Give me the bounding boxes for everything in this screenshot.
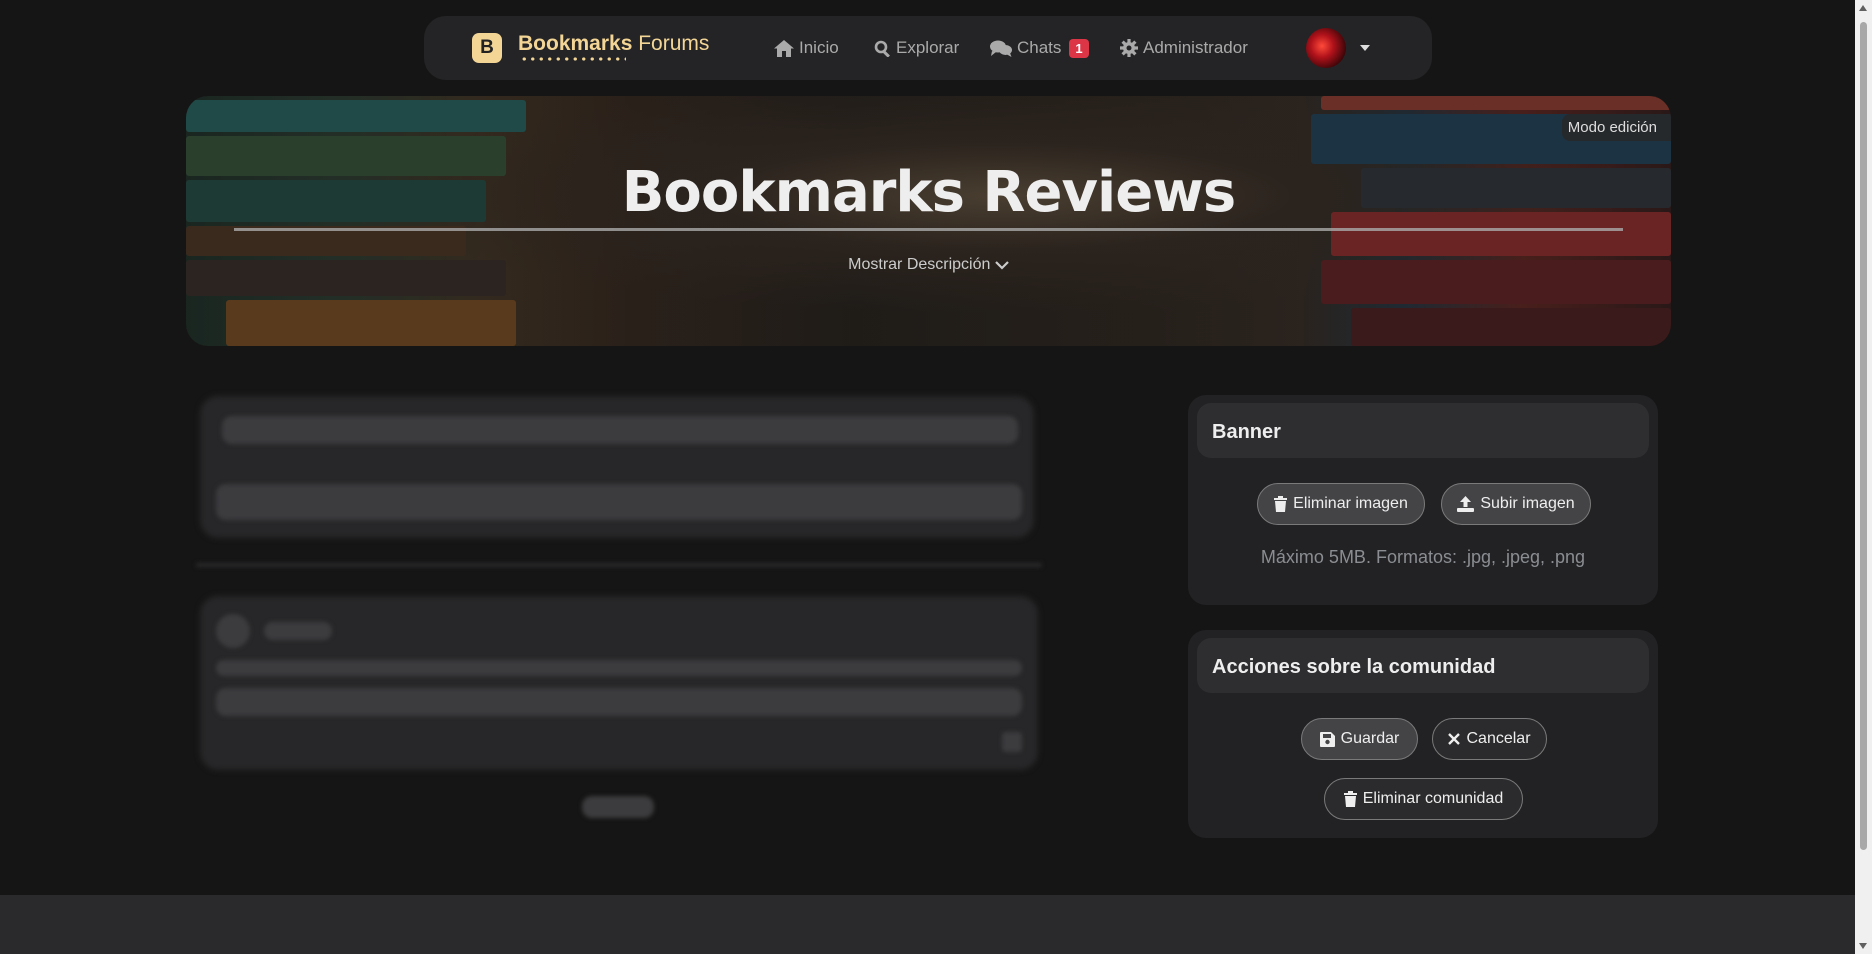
close-icon: [1448, 733, 1461, 745]
chevron-down-icon[interactable]: [1360, 45, 1370, 51]
community-title: Bookmarks Reviews: [621, 160, 1237, 225]
brand-name-bold: Bookmarks: [518, 32, 633, 55]
scroll-thumb[interactable]: [1860, 22, 1867, 850]
scroll-down-arrow-icon[interactable]: [1859, 943, 1867, 949]
delete-community-label: Eliminar comunidad: [1362, 790, 1504, 807]
nav-item-administrador[interactable]: Administrador: [1120, 38, 1248, 58]
home-icon: [774, 39, 794, 57]
show-description-toggle[interactable]: Mostrar Descripción: [186, 256, 1671, 274]
nav-item-label: Chats: [1017, 38, 1062, 57]
skeleton-pagination: [582, 796, 654, 818]
nav-item-label: Administrador: [1143, 38, 1248, 57]
trash-icon: [1343, 791, 1357, 807]
upload-hint: Máximo 5MB. Formatos: .jpg, .jpeg, .png: [1260, 547, 1586, 567]
skeleton-line: [216, 660, 1022, 676]
card-title: Banner: [1212, 421, 1281, 443]
gear-icon: [1120, 39, 1138, 57]
skeleton-line: [222, 416, 1018, 444]
logo-icon[interactable]: B: [472, 33, 502, 63]
banner-settings-card: Banner Eliminar imagen Subir imagen Máxi…: [1188, 395, 1658, 605]
delete-community-button[interactable]: Eliminar comunidad: [1324, 778, 1523, 820]
skeleton-line: [216, 484, 1022, 520]
skeleton-divider: [196, 563, 1042, 567]
save-button[interactable]: Guardar: [1301, 718, 1418, 760]
brand-underline-dots: [520, 57, 626, 61]
community-actions-card: Acciones sobre la comunidad Guardar Canc…: [1188, 630, 1658, 838]
card-header: Acciones sobre la comunidad: [1197, 638, 1649, 693]
upload-image-label: Subir imagen: [1480, 495, 1575, 512]
upload-icon: [1457, 496, 1475, 512]
show-description-label: Mostrar Descripción: [848, 256, 991, 273]
edit-mode-badge: Modo edición: [1561, 114, 1671, 141]
save-label: Guardar: [1340, 730, 1400, 747]
unread-badge: 1: [1069, 38, 1089, 58]
skeleton-avatar: [216, 614, 250, 648]
footer: [0, 895, 1855, 954]
skeleton-icon: [1002, 732, 1022, 752]
nav-item-label: Explorar: [896, 38, 960, 57]
cancel-label: Cancelar: [1466, 730, 1531, 747]
skeleton-line: [216, 688, 1022, 716]
nav-item-explorar[interactable]: Explorar: [874, 38, 959, 58]
brand-name[interactable]: Bookmarks Forums: [518, 32, 709, 56]
card-title: Acciones sobre la comunidad: [1212, 656, 1496, 678]
save-icon: [1319, 731, 1335, 747]
chat-icon: [990, 40, 1012, 57]
nav-item-label: Inicio: [799, 38, 839, 57]
search-icon: [874, 40, 890, 57]
title-divider: [234, 228, 1623, 231]
upload-image-button[interactable]: Subir imagen: [1441, 483, 1591, 525]
cancel-button[interactable]: Cancelar: [1432, 718, 1547, 760]
nav-item-chats[interactable]: Chats 1: [990, 38, 1089, 58]
delete-image-label: Eliminar imagen: [1293, 495, 1408, 512]
scroll-up-arrow-icon[interactable]: [1859, 5, 1867, 11]
nav-item-inicio[interactable]: Inicio: [774, 38, 839, 58]
skeleton-line: [264, 622, 332, 640]
community-banner: Bookmarks Reviews Mostrar Descripción Mo…: [186, 96, 1671, 346]
trash-icon: [1274, 496, 1288, 512]
card-header: Banner: [1197, 403, 1649, 458]
avatar[interactable]: [1306, 28, 1346, 68]
navbar: B Bookmarks Forums Inicio Explorar Chats…: [424, 16, 1432, 80]
page: B Bookmarks Forums Inicio Explorar Chats…: [0, 0, 1855, 895]
delete-image-button[interactable]: Eliminar imagen: [1257, 483, 1425, 525]
chevron-down-icon: [995, 260, 1009, 270]
brand-name-rest: Forums: [638, 32, 710, 55]
scrollbar[interactable]: [1855, 0, 1872, 954]
